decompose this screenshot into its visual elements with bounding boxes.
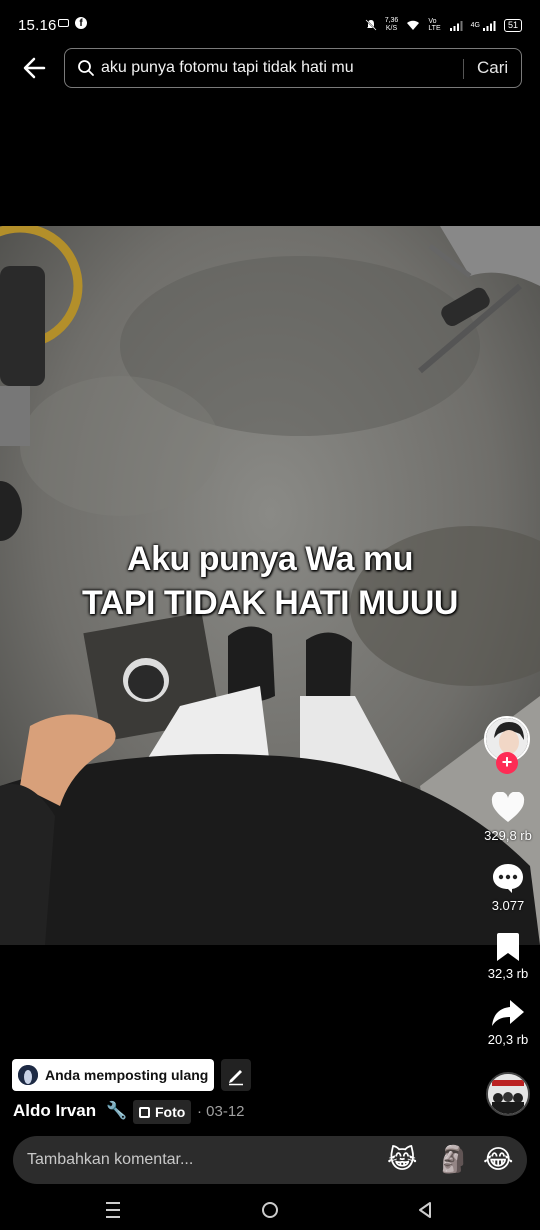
- share-arrow-icon: [492, 1000, 524, 1026]
- post-date: · 03-12: [197, 1103, 245, 1120]
- recent-apps-icon[interactable]: [98, 1198, 128, 1222]
- comment-input[interactable]: Tambahkan komentar... 😹 🗿 😂: [13, 1136, 527, 1184]
- repost-avatar: [18, 1065, 38, 1085]
- pencil-icon: [229, 1070, 243, 1086]
- bookmark-icon: [497, 933, 519, 961]
- wifi-icon: [407, 20, 420, 30]
- system-nav-bar: [0, 1190, 540, 1230]
- signal-icon: [449, 20, 463, 31]
- signal-icon-2: [482, 20, 496, 31]
- search-icon: [78, 60, 94, 76]
- message-icon: [58, 19, 69, 27]
- share-count: 20,3 rb: [487, 1032, 529, 1047]
- search-button[interactable]: Cari: [477, 58, 508, 78]
- facebook-icon: f: [75, 17, 87, 29]
- edit-repost-button[interactable]: [221, 1059, 251, 1091]
- home-icon[interactable]: [255, 1198, 285, 1222]
- comment-icon: [493, 864, 523, 893]
- speed-unit: K/S: [385, 25, 398, 32]
- battery-indicator: 51: [503, 18, 522, 32]
- status-bar: 15.16 f 7,36 K/S Vo LTE 4G 51: [0, 0, 540, 52]
- system-indicators: 7,36 K/S Vo LTE 4G 51: [365, 17, 522, 33]
- search-query[interactable]: aku punya fotomu tapi tidak hati mu: [101, 59, 354, 77]
- save-button[interactable]: 32,3 rb: [478, 932, 538, 981]
- comment-count: 3.077: [491, 898, 525, 913]
- volte-bottom: LTE: [428, 25, 441, 32]
- post-photo[interactable]: Aku punya Wa mu TAPI TIDAK HATI MUUU: [0, 226, 540, 945]
- emoji-laugh[interactable]: 😂: [483, 1144, 513, 1175]
- volte-indicator: Vo LTE: [428, 18, 440, 32]
- network-speed: 7,36 K/S: [385, 17, 399, 33]
- emoji-cat-laugh[interactable]: 😹: [387, 1144, 417, 1175]
- author-name[interactable]: Aldo Irvan: [13, 1101, 96, 1121]
- mute-bell-icon: [365, 19, 377, 31]
- music-cover-image: [488, 1074, 528, 1114]
- search-divider: [463, 59, 464, 79]
- search-input[interactable]: aku punya fotomu tapi tidak hati mu Cari: [64, 48, 522, 88]
- network-generation: 4G: [470, 21, 480, 29]
- volte-top: Vo: [428, 18, 437, 25]
- music-disc[interactable]: [486, 1072, 530, 1116]
- caption-line-1: Aku punya Wa mu: [127, 540, 413, 578]
- author-emoji: 🔧: [106, 1101, 128, 1120]
- notification-icons: f: [58, 17, 87, 29]
- follow-plus-button[interactable]: +: [496, 752, 518, 774]
- heart-icon: [491, 792, 525, 822]
- photo-type-label: Foto: [155, 1104, 186, 1120]
- back-arrow-icon[interactable]: [18, 53, 50, 83]
- emoji-moai[interactable]: 🗿: [437, 1144, 469, 1175]
- back-triangle-icon[interactable]: [410, 1198, 440, 1222]
- photo-stack-icon: [139, 1106, 150, 1118]
- repost-chip[interactable]: Anda memposting ulang: [12, 1059, 214, 1091]
- like-button[interactable]: 329,8 rb: [478, 792, 538, 843]
- repost-avatar-image: [18, 1065, 38, 1085]
- save-count: 32,3 rb: [487, 966, 529, 981]
- status-time: 15.16: [18, 17, 57, 34]
- comment-button[interactable]: 3.077: [478, 862, 538, 913]
- repost-label: Anda memposting ulang: [45, 1067, 209, 1083]
- like-count: 329,8 rb: [484, 828, 532, 843]
- comment-placeholder[interactable]: Tambahkan komentar...: [27, 1151, 193, 1169]
- photo-type-badge: Foto: [133, 1100, 192, 1124]
- share-button[interactable]: 20,3 rb: [478, 998, 538, 1047]
- caption-line-2: TAPI TIDAK HATI MUUU: [82, 584, 458, 622]
- speed-value: 7,36: [384, 17, 399, 24]
